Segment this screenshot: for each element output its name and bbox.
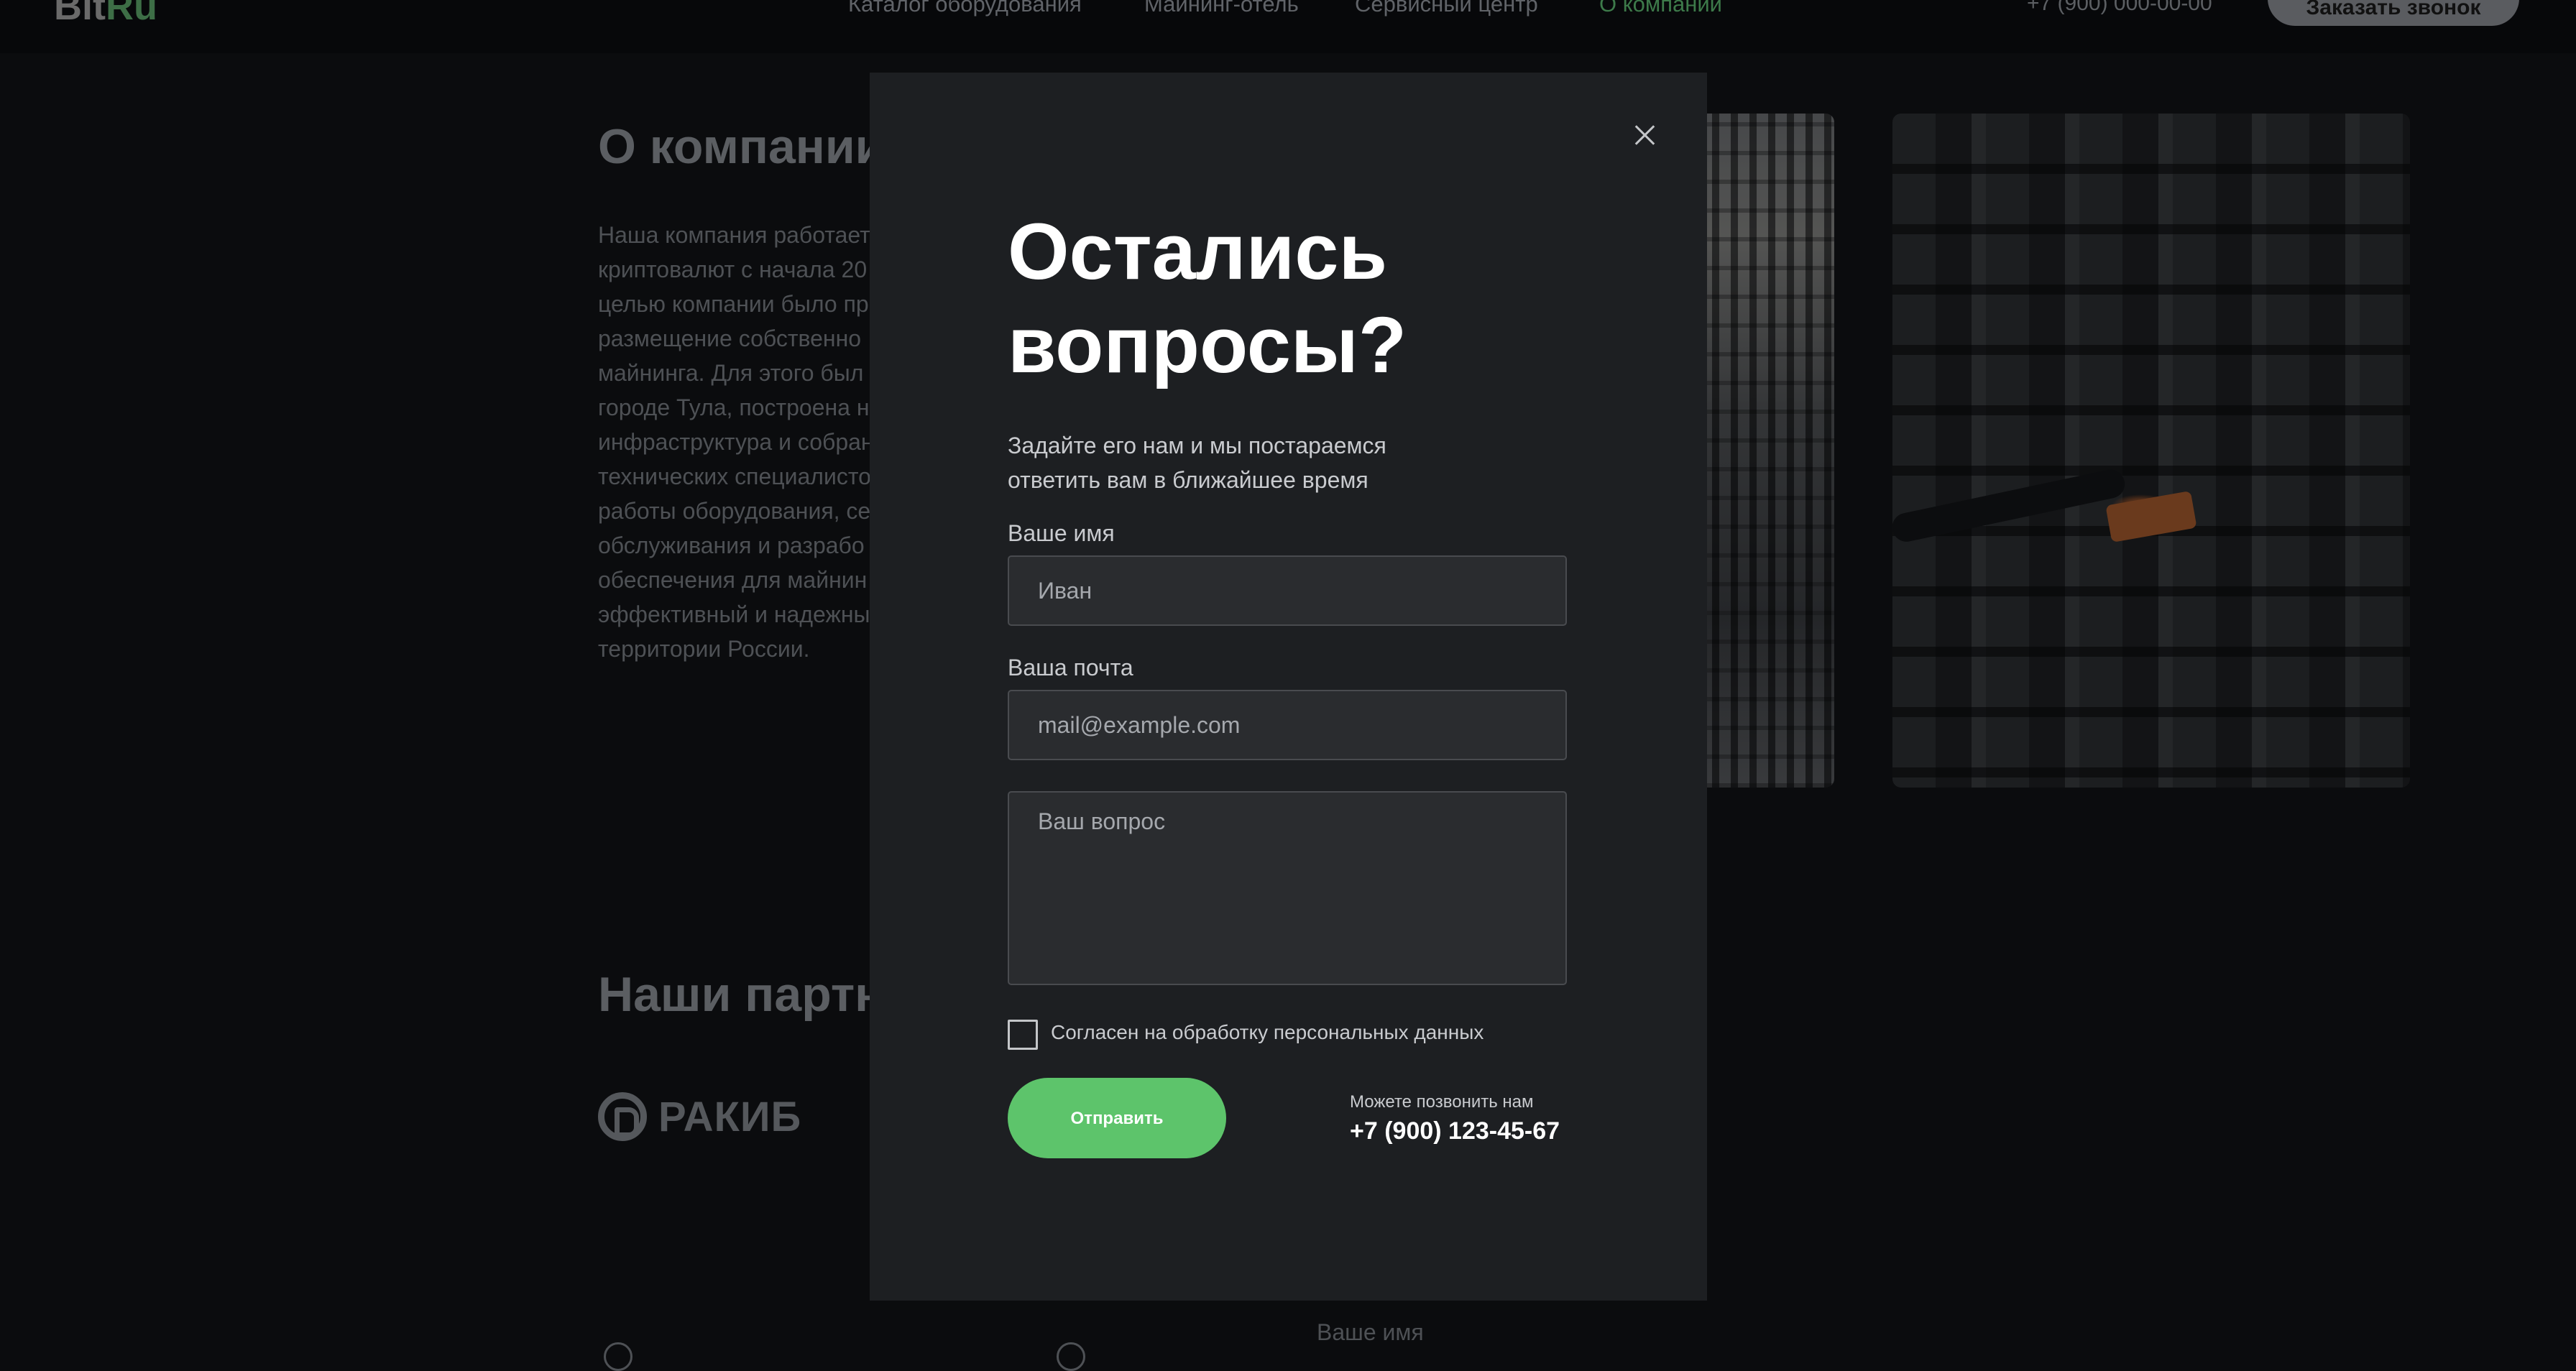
- modal-subtitle: Задайте его нам и мы постараемся ответит…: [1008, 428, 1386, 497]
- about-text-line: эффективный и надежны: [598, 601, 870, 627]
- call-phone[interactable]: +7 (900) 123-45-67: [1350, 1117, 1560, 1145]
- about-text-line: криптовалют с начала 20: [598, 257, 868, 282]
- call-caption: Можете позвонить нам: [1350, 1092, 1534, 1112]
- cable-shape: [1892, 466, 2128, 545]
- background-radio-icon: [604, 1342, 632, 1371]
- about-text-line: инфраструктура и собран: [598, 429, 874, 455]
- email-input[interactable]: [1008, 690, 1567, 760]
- consent-checkbox[interactable]: [1008, 1020, 1038, 1050]
- partner-logo-text: РАКИБ: [658, 1093, 802, 1140]
- about-text: Наша компания работает криптовалют с нач…: [598, 218, 886, 666]
- about-text-line: целью компании было пр: [598, 291, 869, 317]
- server-cable-photo: [1892, 114, 2410, 788]
- modal-subtitle-line: Задайте его нам и мы постараемся: [1008, 433, 1386, 458]
- partner-logo: РАКИБ: [598, 1090, 801, 1143]
- about-text-line: технических специалисто: [598, 463, 871, 489]
- question-textarea[interactable]: [1008, 791, 1567, 985]
- email-label: Ваша почта: [1008, 655, 1133, 680]
- header-phone[interactable]: +7 (900) 000-00-00: [2027, 0, 2212, 16]
- name-input[interactable]: [1008, 555, 1567, 626]
- modal-title: Остались вопросы?: [1008, 206, 1407, 392]
- nav-item-catalog[interactable]: Каталог оборудования: [848, 0, 1082, 17]
- modal-title-line: вопросы?: [1008, 301, 1407, 389]
- about-title: О компании: [598, 119, 886, 174]
- site-header: BitRu Каталог оборудования Майнинг-отель…: [0, 0, 2576, 53]
- about-text-line: территории России.: [598, 636, 810, 662]
- about-text-line: майнинга. Для этого был: [598, 360, 864, 386]
- modal-subtitle-line: ответить вам в ближайшее время: [1008, 467, 1368, 493]
- order-call-button[interactable]: Заказать звонок: [2268, 0, 2519, 26]
- modal-title-line: Остались: [1008, 208, 1388, 296]
- name-label: Ваше имя: [1008, 520, 1115, 546]
- close-icon[interactable]: [1632, 122, 1657, 148]
- about-text-line: размещение собственно: [598, 326, 862, 351]
- about-text-line: работы оборудования, се: [598, 498, 871, 524]
- background-form-label: Ваше имя: [1317, 1319, 1424, 1345]
- submit-button[interactable]: Отправить: [1008, 1078, 1226, 1158]
- consent-label[interactable]: Согласен на обработку персональных данны…: [1051, 1021, 1484, 1044]
- about-text-line: обеспечения для майнин: [598, 567, 868, 593]
- plug-shape: [2105, 490, 2197, 543]
- nav-item-mining-hotel[interactable]: Майнинг-отель: [1144, 0, 1299, 17]
- about-text-line: обслуживания и разрабо: [598, 532, 865, 558]
- about-text-line: городе Тула, построена н: [598, 394, 870, 420]
- nav-item-service-center[interactable]: Сервисный центр: [1355, 0, 1538, 17]
- partner-logo-icon: [598, 1092, 647, 1141]
- site-logo[interactable]: BitRu: [54, 0, 157, 29]
- nav-item-about[interactable]: О компании: [1599, 0, 1722, 17]
- background-radio-icon: [1057, 1342, 1085, 1371]
- about-text-line: Наша компания работает: [598, 222, 870, 248]
